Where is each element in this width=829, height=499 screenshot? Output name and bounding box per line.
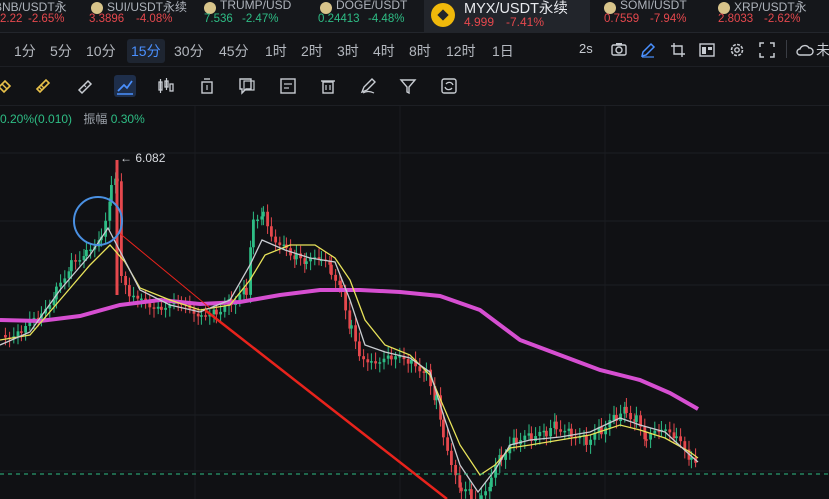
interval-5m[interactable]: 5分 <box>50 41 72 61</box>
interval-45m[interactable]: 45分 <box>219 41 249 61</box>
cloud-status-label: 未 <box>816 42 829 58</box>
interval-2h[interactable]: 2时 <box>301 41 323 61</box>
delete-icon[interactable] <box>319 77 337 95</box>
filter-icon[interactable] <box>399 77 417 95</box>
camera-icon[interactable] <box>611 42 627 57</box>
trash-small-icon[interactable] <box>198 77 216 95</box>
high-price-label: ← 6.082 <box>120 151 166 165</box>
brush-icon[interactable] <box>34 77 52 95</box>
ma-mid-line <box>0 226 699 494</box>
divider <box>786 40 787 58</box>
trendline-faint <box>117 231 211 309</box>
sync-icon[interactable] <box>440 77 458 95</box>
fullscreen-icon[interactable] <box>759 42 775 58</box>
interval-4h[interactable]: 4时 <box>373 41 395 61</box>
interval-1m[interactable]: 1分 <box>14 41 36 61</box>
magnet-icon[interactable] <box>0 77 14 95</box>
interval-10m[interactable]: 10分 <box>86 41 116 61</box>
ticker-strip: BNB/USDT永 2.22 -2.65% SUI/USDT永续 3.3896 … <box>0 0 829 33</box>
crop-icon[interactable] <box>670 42 686 58</box>
interval-15m[interactable]: 15分 <box>127 39 165 63</box>
pen-icon[interactable] <box>359 77 377 95</box>
comment-icon[interactable] <box>238 77 256 95</box>
interval-bar: 1分 5分 10分 15分 30分 45分 1时 2时 3时 4时 8时 12时… <box>0 33 829 66</box>
ruler-icon[interactable] <box>76 77 94 95</box>
settings-gear-icon[interactable] <box>729 42 745 58</box>
draw-pencil-icon[interactable] <box>640 42 656 58</box>
active-ticker[interactable]: MYX/USDT永续 4.999 -7.41% <box>424 0 590 33</box>
refresh-rate[interactable]: 2s <box>579 41 593 56</box>
cloud-icon[interactable] <box>796 43 814 56</box>
ma-fast-line <box>0 244 699 476</box>
interval-1d[interactable]: 1日 <box>492 41 514 61</box>
interval-30m[interactable]: 30分 <box>174 41 204 61</box>
binance-logo-icon <box>431 3 455 27</box>
layout-icon[interactable] <box>699 42 715 58</box>
candles-icon[interactable] <box>157 77 175 95</box>
interval-12h[interactable]: 12时 <box>446 41 476 61</box>
interval-1h[interactable]: 1时 <box>265 41 287 61</box>
candles <box>4 160 697 499</box>
note-icon[interactable] <box>279 77 297 95</box>
interval-8h[interactable]: 8时 <box>409 41 431 61</box>
trendline-tool-icon[interactable] <box>114 75 136 97</box>
interval-3h[interactable]: 3时 <box>337 41 359 61</box>
drawing-toolbar <box>0 66 829 106</box>
